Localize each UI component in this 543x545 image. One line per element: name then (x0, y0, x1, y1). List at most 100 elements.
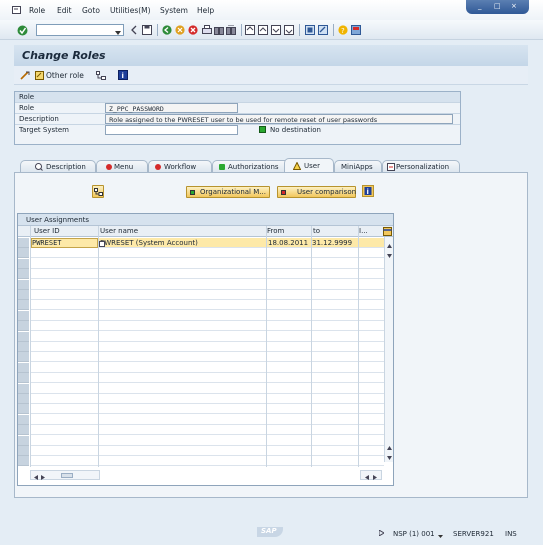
description-field[interactable]: Role assigned to the PWRESET user to be … (105, 114, 453, 124)
previous-page-icon[interactable] (258, 25, 268, 35)
table-row[interactable] (30, 363, 384, 373)
command-field[interactable] (36, 24, 124, 36)
menu-system[interactable]: System (160, 6, 188, 15)
back-icon[interactable] (162, 25, 172, 35)
table-row[interactable] (30, 269, 384, 280)
row-selector[interactable] (18, 269, 29, 280)
menu-goto[interactable]: Goto (82, 6, 100, 15)
table-row[interactable] (30, 280, 384, 290)
scroll-up-icon[interactable] (387, 443, 392, 450)
org-hierarchy-button[interactable] (92, 185, 104, 198)
row-selector[interactable] (18, 383, 29, 394)
table-row[interactable] (30, 342, 384, 352)
org-mgmt-button[interactable]: Organizational M... (186, 186, 270, 198)
col-from[interactable]: From (267, 227, 284, 235)
tab-description[interactable]: Description (20, 160, 96, 172)
col-user-id[interactable]: User ID (34, 227, 60, 235)
col-user-name[interactable]: User name (100, 227, 138, 235)
tab-menu[interactable]: Menu (96, 160, 148, 172)
tab-user[interactable]: User (284, 158, 334, 172)
other-role-icon[interactable] (35, 71, 44, 80)
scroll-down-icon[interactable] (387, 453, 392, 460)
back-nav-icon[interactable] (130, 25, 138, 35)
table-row[interactable] (30, 300, 384, 311)
exit-icon[interactable] (175, 25, 185, 35)
row-selector[interactable] (18, 414, 29, 425)
row-selector[interactable] (18, 362, 29, 373)
table-row[interactable] (30, 415, 384, 425)
menu-utilities[interactable]: Utilities(M) (110, 6, 151, 15)
row-selector[interactable] (18, 279, 29, 290)
tab-miniapps[interactable]: MiniApps (334, 160, 382, 172)
row-selector[interactable] (18, 394, 29, 404)
window-menu-icon[interactable] (12, 5, 22, 14)
next-page-icon[interactable] (271, 25, 281, 35)
target-system-field[interactable] (105, 125, 238, 135)
row-selector[interactable] (18, 310, 29, 321)
table-row[interactable] (30, 290, 384, 300)
last-page-icon[interactable] (284, 25, 294, 35)
row-selector[interactable] (18, 300, 29, 311)
table-row[interactable] (30, 373, 384, 384)
row-selector[interactable] (18, 373, 29, 384)
row-selector[interactable] (18, 248, 29, 259)
scroll-left-icon[interactable] (365, 473, 369, 480)
chevron-down-icon[interactable] (115, 28, 121, 35)
row-selector[interactable] (18, 425, 29, 436)
scroll-down-icon[interactable] (387, 251, 392, 258)
row-selector[interactable] (18, 435, 29, 446)
table-row[interactable] (30, 259, 384, 269)
info-icon[interactable]: i (362, 185, 374, 197)
help-icon[interactable]: ? (338, 25, 348, 35)
vertical-scrollbar[interactable] (384, 237, 393, 462)
menu-role[interactable]: Role (29, 6, 45, 15)
table-row[interactable] (30, 332, 384, 342)
scroll-up-icon[interactable] (387, 241, 392, 248)
table-row[interactable] (30, 321, 384, 332)
col-indicator[interactable]: I... (359, 227, 368, 235)
customize-layout-icon[interactable] (351, 25, 361, 35)
cancel-icon[interactable] (188, 25, 198, 35)
table-row[interactable] (30, 425, 384, 436)
other-role-button[interactable]: Other role (46, 71, 84, 80)
table-row[interactable] (30, 248, 384, 259)
table-row[interactable] (30, 384, 384, 394)
close-button[interactable]: × (511, 2, 517, 10)
print-icon[interactable] (202, 25, 212, 35)
row-selector[interactable] (18, 352, 29, 363)
table-row[interactable] (30, 352, 384, 363)
row-selector[interactable] (18, 238, 29, 248)
value-help-icon[interactable] (99, 240, 105, 247)
command-input[interactable] (37, 25, 113, 35)
maximize-button[interactable]: □ (494, 2, 501, 10)
info-icon[interactable]: i (118, 70, 128, 80)
chevron-down-icon[interactable] (438, 532, 443, 538)
col-to[interactable]: to (313, 227, 320, 235)
row-selector[interactable] (18, 290, 29, 300)
first-page-icon[interactable] (245, 25, 255, 35)
horizontal-scrollbar[interactable] (30, 470, 100, 480)
table-row[interactable] (30, 436, 384, 446)
hierarchy-icon[interactable] (96, 71, 106, 80)
row-selector[interactable] (18, 456, 29, 467)
tab-authorizations[interactable]: Authorizations (212, 160, 292, 172)
display-change-icon[interactable] (20, 71, 30, 80)
table-row[interactable] (30, 446, 384, 456)
row-selector[interactable] (18, 446, 29, 456)
row-selector[interactable] (18, 258, 29, 269)
horizontal-scrollbar-right[interactable] (360, 470, 382, 480)
row-selector[interactable] (18, 342, 29, 352)
tab-personalization[interactable]: Personalization (382, 160, 460, 172)
new-session-icon[interactable] (305, 25, 315, 35)
column-settings-icon[interactable] (383, 227, 392, 236)
row-selector[interactable] (18, 321, 29, 332)
table-row[interactable] (30, 394, 384, 404)
role-field[interactable]: Z_PPC_PASSWORD (105, 103, 238, 113)
enter-icon[interactable] (17, 25, 28, 36)
save-icon[interactable] (142, 25, 152, 35)
table-row[interactable] (30, 404, 384, 415)
scroll-thumb[interactable] (61, 473, 73, 478)
table-row[interactable] (30, 311, 384, 321)
play-icon[interactable] (378, 529, 385, 537)
minimize-button[interactable]: _ (478, 2, 482, 10)
